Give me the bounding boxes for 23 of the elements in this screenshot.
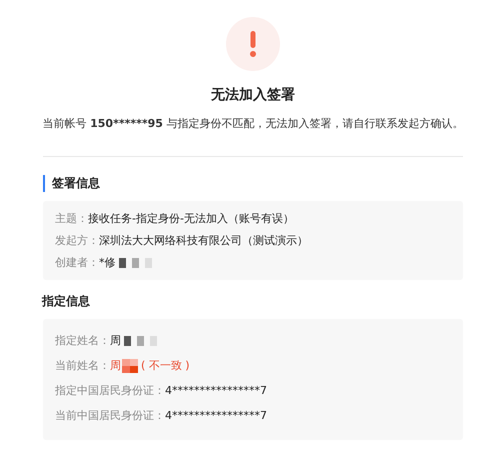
- field-value: 周: [110, 333, 121, 349]
- field-value: 4****************7: [165, 408, 267, 424]
- field-value: 深圳法大大网络科技有限公司（测试演示）: [99, 233, 308, 249]
- error-message: 当前帐号 150******95 与指定身份不匹配，无法加入签署，请自行联系发起方确认。: [42, 116, 464, 131]
- field-value: *修: [99, 255, 116, 271]
- field-label: 当前中国居民身份证：: [55, 408, 165, 424]
- field-value: 4****************7: [165, 383, 267, 399]
- dialog-title: 无法加入签署: [211, 86, 295, 104]
- section-heading: 签署信息: [43, 175, 100, 192]
- field-value: 接收任务-指定身份-无法加入（账号有误）: [88, 211, 294, 227]
- field-label: 创建者：: [55, 255, 99, 271]
- redaction-mosaic: [122, 334, 159, 348]
- field-value: 周: [110, 358, 121, 374]
- field-label: 当前姓名：: [55, 358, 110, 374]
- field-label: 发起方：: [55, 233, 99, 249]
- field-label: 主题：: [55, 211, 88, 227]
- field-label: 指定中国居民身份证：: [55, 383, 165, 399]
- field-label: 指定姓名：: [55, 333, 110, 349]
- warning-icon: [226, 17, 280, 71]
- section-heading: 指定信息: [42, 293, 90, 310]
- redaction-mosaic: [116, 256, 154, 270]
- mismatch-note: ( 不一致 ): [141, 358, 190, 374]
- redaction-mosaic: [122, 359, 138, 373]
